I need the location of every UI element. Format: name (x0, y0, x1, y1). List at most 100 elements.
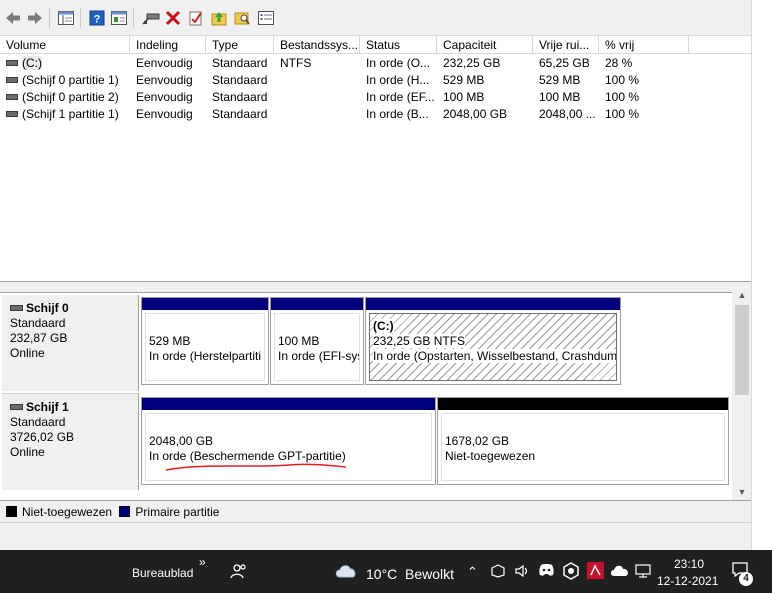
chevron-up-icon[interactable]: ⌃ (467, 564, 478, 580)
volume-icon (6, 111, 18, 117)
column-header-layout[interactable]: Indeling (130, 36, 206, 54)
legend-bar: Niet-toegewezen Primaire partitie (0, 500, 751, 522)
disk-name: Schijf 0 (26, 301, 69, 315)
type-cell: Standaard (212, 90, 268, 104)
scrollbar-thumb[interactable] (735, 305, 749, 395)
onedrive-cloud-icon[interactable] (610, 563, 630, 580)
percent-free-cell: 100 % (605, 73, 640, 87)
status-cell: In orde (EF... (366, 90, 435, 104)
discord-icon[interactable] (538, 563, 555, 580)
back-arrow-icon[interactable] (4, 9, 22, 27)
layout-cell: Eenvoudig (136, 56, 193, 70)
free-space-cell: 2048,00 ... (539, 107, 596, 121)
volume-icon (6, 77, 18, 83)
volume-icon[interactable] (514, 563, 530, 582)
capacity-cell: 232,25 GB (443, 56, 501, 70)
status-cell: In orde (O... (366, 56, 431, 70)
unallocated-swatch (6, 506, 17, 517)
check-icon[interactable] (187, 9, 205, 27)
disk-icon (10, 305, 23, 311)
volume-cell: (Schijf 0 partitie 1) (6, 72, 130, 89)
disk-graphical-view: Schijf 0 Standaard 232,87 GB Online 529 … (0, 283, 751, 500)
column-header-free-space[interactable]: Vrije rui... (533, 36, 599, 54)
list-icon[interactable] (257, 9, 275, 27)
scroll-up-arrow-icon[interactable]: ▲ (733, 287, 751, 303)
partition-info: 1678,02 GB Niet-toegewezen (441, 413, 725, 481)
properties-icon[interactable] (110, 9, 128, 27)
partition-c-drive[interactable]: (C:) 232,25 GB NTFS In orde (Opstarten, … (365, 297, 621, 385)
toolbar-separator (49, 8, 50, 28)
column-header-volume[interactable]: Volume (0, 36, 130, 54)
windows-security-icon[interactable] (490, 563, 506, 582)
column-header-type[interactable]: Type (206, 36, 274, 54)
percent-free-cell: 28 % (605, 56, 633, 70)
disk-name: Schijf 1 (26, 400, 69, 414)
partition-gpt-protective[interactable]: 2048,00 GB In orde (Beschermende GPT-par… (141, 397, 436, 485)
delete-icon[interactable] (164, 9, 182, 27)
disk-type: Standaard (10, 415, 66, 429)
show-console-tree-icon[interactable] (57, 9, 75, 27)
free-space-cell: 100 MB (539, 90, 581, 104)
partition-info: (C:) 232,25 GB NTFS In orde (Opstarten, … (369, 313, 617, 381)
toolbar-chevron[interactable]: » (199, 555, 206, 569)
clock-date[interactable]: 12-12-2021 (657, 574, 718, 588)
column-header-status[interactable]: Status (360, 36, 437, 54)
partition-efi-system[interactable]: 100 MB In orde (EFI-sys (270, 297, 364, 385)
connect-disk-icon[interactable] (142, 9, 160, 27)
table-row[interactable]: (Schijf 0 partitie 2) Eenvoudig Standaar… (0, 89, 751, 106)
folder-up-icon[interactable] (210, 9, 228, 27)
partition-info: 529 MB In orde (Herstelpartiti (145, 313, 265, 381)
clock-time[interactable]: 23:10 (674, 557, 704, 571)
shield-app-icon[interactable] (563, 562, 579, 583)
partition-recovery[interactable]: 529 MB In orde (Herstelpartiti (141, 297, 269, 385)
disk-icon (10, 404, 23, 410)
table-row[interactable]: (Schijf 0 partitie 1) Eenvoudig Standaar… (0, 72, 751, 89)
volume-list: Volume Indeling Type Bestandssys... Stat… (0, 36, 751, 282)
status-bar (0, 522, 751, 550)
search-folder-icon[interactable] (233, 9, 251, 27)
vertical-scrollbar[interactable]: ▲ ▼ (733, 283, 751, 500)
layout-cell: Eenvoudig (136, 73, 193, 87)
capacity-cell: 529 MB (443, 73, 485, 87)
disk-1-label[interactable]: Schijf 1 Standaard 3726,02 GB Online (2, 393, 139, 490)
toolbar-separator (80, 8, 81, 28)
capacity-cell: 100 MB (443, 90, 485, 104)
free-space-cell: 65,25 GB (539, 56, 590, 70)
network-icon[interactable] (634, 563, 652, 582)
partition-unallocated[interactable]: 1678,02 GB Niet-toegewezen (437, 397, 729, 485)
table-row[interactable]: (Schijf 1 partitie 1) Eenvoudig Standaar… (0, 106, 751, 123)
type-cell: Standaard (212, 73, 268, 87)
disk-0-label[interactable]: Schijf 0 Standaard 232,87 GB Online (2, 295, 139, 391)
column-header-empty (689, 36, 751, 54)
disk-management-window: ? Volume Indeling Type Bestandssys... St… (0, 0, 751, 550)
column-header-filesystem[interactable]: Bestandssys... (274, 36, 360, 54)
window-edge (751, 0, 772, 550)
red-underline-annotation (165, 463, 347, 471)
column-header-capacity[interactable]: Capaciteit (437, 36, 533, 54)
free-space-cell: 529 MB (539, 73, 581, 87)
scroll-down-arrow-icon[interactable]: ▼ (733, 484, 751, 500)
weather-text[interactable]: Bewolkt (405, 566, 454, 582)
amd-icon[interactable] (587, 562, 604, 582)
layout-cell: Eenvoudig (136, 107, 193, 121)
svg-text:?: ? (94, 14, 101, 26)
temperature-text[interactable]: 10°C (366, 566, 397, 582)
primary-partition-bar (271, 298, 363, 310)
desktop-toolbar-label[interactable]: Bureaublad (132, 566, 193, 580)
cloud-weather-icon[interactable] (334, 561, 358, 582)
forward-arrow-icon[interactable] (26, 9, 44, 27)
disk-state: Online (10, 346, 45, 360)
status-cell: In orde (H... (366, 73, 430, 87)
people-icon[interactable] (230, 562, 248, 583)
table-row[interactable]: (C:) Eenvoudig Standaard NTFS In orde (O… (0, 55, 751, 72)
percent-free-cell: 100 % (605, 107, 640, 121)
help-icon[interactable]: ? (88, 9, 106, 27)
disk-size: 3726,02 GB (10, 430, 75, 444)
disk-layout-area: Schijf 0 Standaard 232,87 GB Online 529 … (0, 292, 732, 500)
filesystem-cell (280, 106, 360, 123)
disk-state: Online (10, 445, 45, 459)
primary-swatch (119, 506, 131, 517)
partition-info: 100 MB In orde (EFI-sys (274, 313, 360, 381)
column-header-percent-free[interactable]: % vrij (599, 36, 689, 54)
primary-partition-bar (366, 298, 620, 310)
